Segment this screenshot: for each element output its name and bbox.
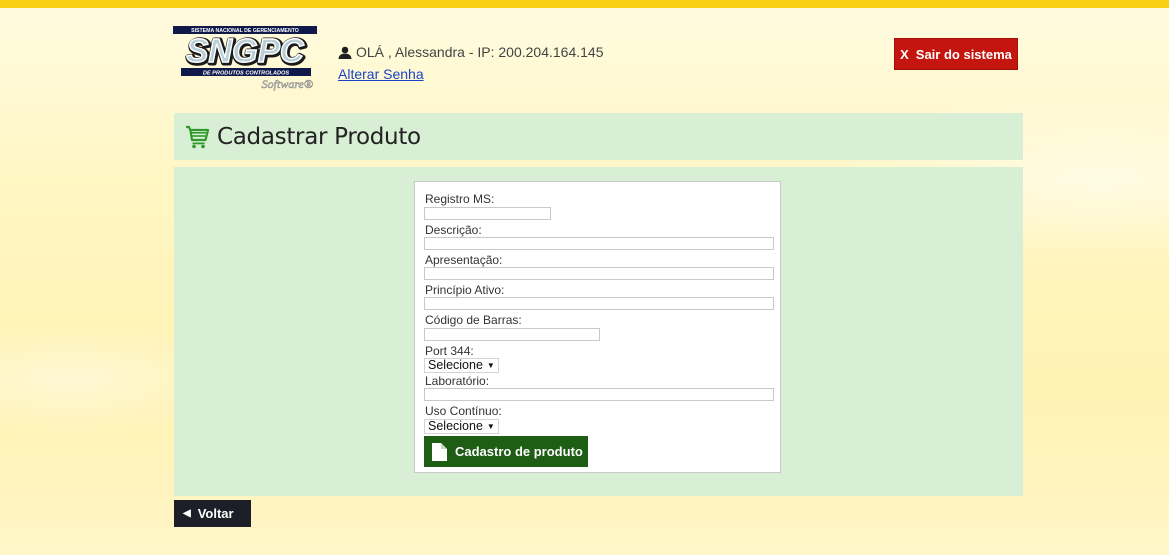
content-panel: Registro MS: Descrição: Apresentação: Pr…: [174, 167, 1023, 496]
arrow-left-icon: ◀: [183, 508, 191, 519]
page-title: Cadastrar Produto: [217, 123, 421, 150]
laboratorio-label: Laboratório:: [425, 374, 490, 388]
logout-label: Sair do sistema: [915, 46, 1012, 62]
principio-ativo-label: Princípio Ativo:: [425, 283, 505, 297]
codigo-barras-input[interactable]: [424, 328, 600, 341]
shopping-cart-icon: [185, 125, 209, 149]
product-form: Registro MS: Descrição: Apresentação: Pr…: [414, 181, 781, 473]
principio-ativo-input[interactable]: [424, 297, 774, 310]
logo-brand: SNGPC: [186, 32, 305, 69]
laboratorio-input[interactable]: [424, 388, 774, 401]
page-title-bar: Cadastrar Produto: [174, 113, 1023, 160]
uso-continuo-select[interactable]: Selecione ▼: [424, 419, 499, 434]
uso-continuo-selected: Selecione: [428, 419, 483, 434]
logout-button[interactable]: X Sair do sistema: [894, 38, 1018, 70]
user-greeting-text: OLÁ , Alessandra - IP: 200.204.164.145: [356, 44, 604, 60]
close-icon: X: [900, 46, 909, 62]
port-344-label: Port 344:: [425, 344, 474, 358]
port-344-selected: Selecione: [428, 358, 483, 373]
user-icon: [338, 46, 352, 59]
submit-product-button[interactable]: Cadastro de produto: [424, 436, 588, 467]
back-label: Voltar: [197, 506, 234, 521]
chevron-down-icon: ▼: [486, 421, 495, 431]
registro-ms-input[interactable]: [424, 207, 551, 220]
chevron-down-icon: ▼: [486, 360, 495, 370]
document-icon: [432, 442, 447, 461]
back-button[interactable]: ◀ Voltar: [174, 500, 251, 527]
uso-continuo-label: Uso Contínuo:: [425, 404, 502, 418]
user-greeting: OLÁ , Alessandra - IP: 200.204.164.145: [338, 44, 604, 60]
top-stripe: [0, 0, 1169, 8]
logo-tagline: Software®: [262, 77, 313, 91]
codigo-barras-label: Código de Barras:: [425, 313, 522, 327]
logo-bottom-text: DE PRODUTOS CONTROLADOS: [203, 70, 290, 76]
apresentacao-label: Apresentação:: [425, 253, 503, 267]
descricao-input[interactable]: [424, 237, 774, 250]
registro-ms-label: Registro MS:: [425, 192, 495, 206]
apresentacao-input[interactable]: [424, 267, 774, 280]
port-344-select[interactable]: Selecione ▼: [424, 358, 499, 373]
descricao-label: Descrição:: [425, 223, 482, 237]
submit-label: Cadastro de produto: [455, 444, 583, 459]
change-password-link[interactable]: Alterar Senha: [338, 66, 424, 82]
sngpc-logo: SISTEMA NACIONAL DE GERENCIAMENTO SNGPC …: [173, 26, 317, 103]
